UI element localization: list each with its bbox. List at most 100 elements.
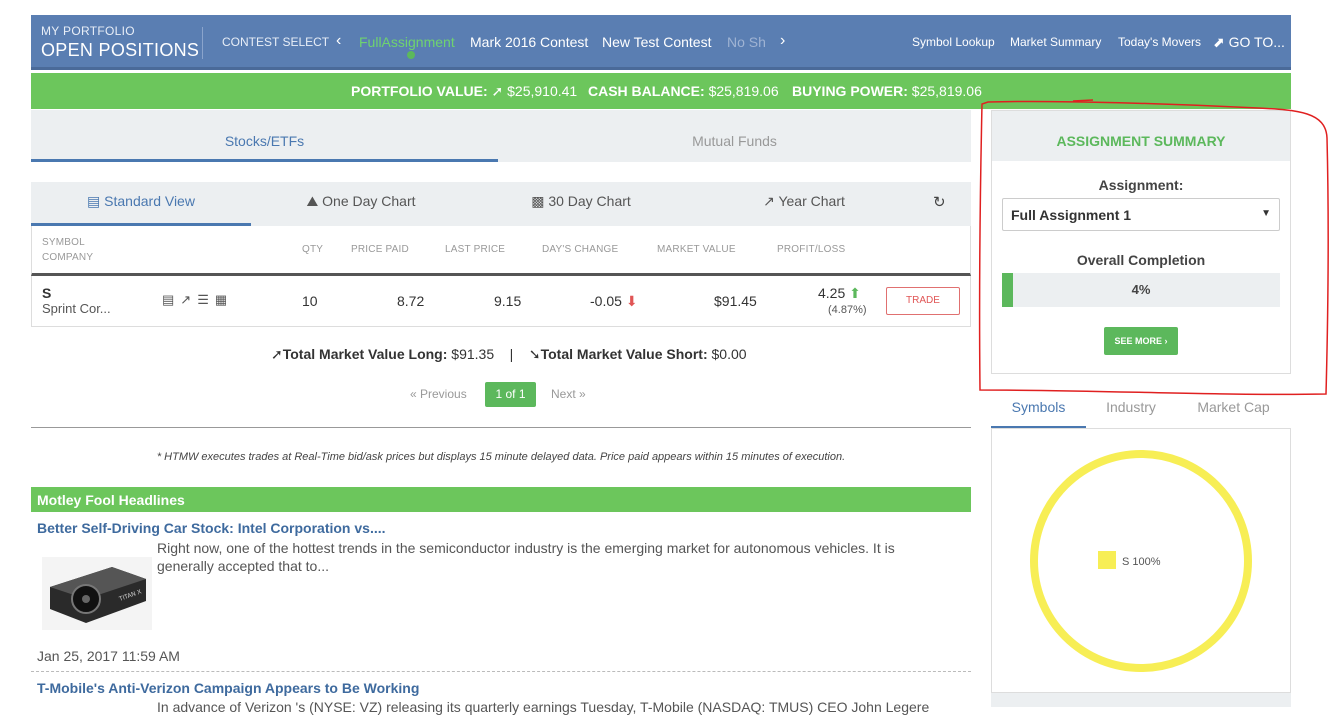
news-icon[interactable]: ▤ — [162, 292, 180, 307]
assignment-select[interactable]: Full Assignment 1 ▼ — [1002, 198, 1280, 231]
total-short-value: $0.00 — [711, 346, 747, 362]
news-item-date: Jan 25, 2017 11:59 AM — [37, 648, 180, 664]
th-price-paid: PRICE PAID — [351, 244, 409, 255]
contest-mark-2016[interactable]: Mark 2016 Contest — [470, 34, 588, 50]
tab-year-chart-label: Year Chart — [778, 193, 845, 209]
row-qty: 10 — [302, 293, 318, 309]
row-days-change-value: -0.05 — [590, 293, 622, 309]
allocation-tabs: Symbols Industry Market Cap — [991, 396, 1291, 428]
news-item-title[interactable]: Better Self-Driving Car Stock: Intel Cor… — [37, 520, 386, 536]
view-tabs: ▤ Standard View ⛰ One Day Chart ▩ 30 Day… — [31, 182, 971, 226]
news-image[interactable]: TITAN X — [42, 557, 152, 630]
row-symbol[interactable]: S — [42, 285, 51, 301]
row-market-value: $91.45 — [714, 293, 757, 309]
tab-30-day-chart[interactable]: ▩ 30 Day Chart — [521, 182, 641, 226]
assignment-summary-heading: ASSIGNMENT SUMMARY — [992, 111, 1290, 161]
assignment-summary-panel: ASSIGNMENT SUMMARY Assignment: Full Assi… — [991, 110, 1291, 374]
symbol-lookup-link[interactable]: Symbol Lookup — [912, 35, 995, 49]
totals-separator: | — [509, 346, 514, 362]
news-item-body: Right now, one of the hottest trends in … — [157, 540, 895, 574]
assignment-label: Assignment: — [1098, 177, 1184, 193]
graphics-card-image: TITAN X — [42, 557, 152, 630]
news-divider — [31, 671, 971, 672]
th-days-change: DAY'S CHANGE — [542, 244, 619, 255]
row-profit-loss: 4.25 ⬆ — [818, 285, 861, 302]
allocation-donut: S 100% — [1030, 450, 1252, 672]
completion-progress: 4% — [1002, 273, 1280, 307]
positions-table-header: SYMBOL COMPANY QTY PRICE PAID LAST PRICE… — [31, 226, 971, 276]
market-summary-link[interactable]: Market Summary — [1010, 35, 1101, 49]
caret-down-icon: ▼ — [1261, 208, 1271, 219]
cash-balance: CASH BALANCE: $25,819.06 — [588, 83, 779, 99]
th-market-value: MARKET VALUE — [657, 244, 736, 255]
area-chart-icon: ⛰ — [306, 193, 319, 209]
chart-footer — [991, 693, 1291, 707]
tab-year-chart[interactable]: ↗ Year Chart — [749, 182, 859, 226]
see-more-button[interactable]: SEE MORE › — [1104, 327, 1178, 355]
completion-label: Overall Completion — [1076, 252, 1206, 268]
portfolio-value: PORTFOLIO VALUE: ➚ $25,910.41 — [351, 83, 577, 100]
row-company: Sprint Cor... — [42, 301, 111, 316]
tab-stocks-etfs[interactable]: Stocks/ETFs — [31, 110, 498, 162]
table-row: S Sprint Cor... ▤↗☰▦ 10 8.72 9.15 -0.05 … — [31, 276, 971, 327]
headlines-title: Motley Fool Headlines — [31, 487, 971, 512]
goto-label: GO TO... — [1228, 34, 1285, 50]
tab-mutual-funds[interactable]: Mutual Funds — [501, 110, 968, 162]
line-chart-icon: ↗ — [763, 193, 775, 209]
tab-standard-view[interactable]: ▤ Standard View — [31, 182, 251, 226]
tab-30-day-chart-label: 30 Day Chart — [548, 193, 631, 209]
chart-icon[interactable]: ↗ — [180, 292, 197, 307]
total-short-label: Total Market Value Short: — [540, 346, 708, 362]
total-long-value: $91.35 — [451, 346, 495, 362]
news-item-title[interactable]: T-Mobile's Anti-Verizon Campaign Appears… — [37, 680, 419, 696]
details-icon[interactable]: ☰ — [197, 292, 215, 307]
row-price-paid: 8.72 — [397, 293, 425, 309]
buying-power-label: BUYING POWER: — [792, 83, 908, 99]
previous-page-link[interactable]: « Previous — [410, 387, 467, 401]
top-header: MY PORTFOLIO OPEN POSITIONS CONTEST SELE… — [31, 15, 1291, 70]
arrow-up-circle-icon: ➚ — [491, 83, 504, 99]
chevron-right-icon: › — [1164, 336, 1168, 346]
next-page-link[interactable]: Next » — [551, 387, 586, 401]
portfolio-label[interactable]: MY PORTFOLIO — [41, 24, 135, 38]
chevron-left-icon[interactable]: ‹ — [336, 32, 341, 50]
portfolio-value-label: PORTFOLIO VALUE: — [351, 83, 488, 99]
arrow-up-circle-icon: ⬆ — [849, 285, 861, 301]
balance-bar: PORTFOLIO VALUE: ➚ $25,910.41 CASH BALAN… — [31, 73, 1291, 109]
refresh-icon[interactable]: ↻ — [933, 193, 946, 211]
todays-movers-link[interactable]: Today's Movers — [1118, 35, 1201, 49]
contest-full-assignment[interactable]: FullAssignment — [359, 34, 455, 50]
contest-select-label[interactable]: CONTEST SELECT — [222, 35, 329, 49]
row-profit-loss-value: 4.25 — [818, 285, 846, 301]
arrow-down-circle-icon: ⬇ — [625, 293, 638, 309]
legend-label-S: S 100% — [1122, 556, 1161, 568]
current-page[interactable]: 1 of 1 — [485, 382, 536, 407]
total-long-label: Total Market Value Long: — [282, 346, 448, 362]
arrow-up-circle-icon: ➚ — [271, 346, 283, 362]
asset-tabs: Stocks/ETFs Mutual Funds — [31, 110, 971, 162]
page-title[interactable]: OPEN POSITIONS — [41, 40, 199, 61]
goto-menu[interactable]: ⬈ GO TO... — [1213, 34, 1285, 51]
tab-symbols[interactable]: Symbols — [991, 396, 1086, 428]
arrow-down-circle-icon: ➘ — [528, 346, 541, 362]
row-profit-loss-pct: (4.87%) — [828, 304, 867, 316]
buying-power-amount: $25,819.06 — [911, 83, 982, 99]
calculator-icon[interactable]: ▦ — [215, 292, 233, 307]
active-contest-indicator — [407, 51, 415, 59]
cash-balance-label: CASH BALANCE: — [588, 83, 705, 99]
tab-one-day-chart[interactable]: ⛰ One Day Chart — [291, 182, 431, 226]
chevron-right-icon[interactable]: › — [780, 32, 785, 50]
tab-industry[interactable]: Industry — [1086, 396, 1176, 428]
news-item-body: In advance of Verizon 's (NYSE: VZ) rele… — [157, 699, 930, 715]
completion-percent: 4% — [1131, 282, 1151, 297]
trade-button[interactable]: TRADE — [886, 287, 960, 315]
tab-market-cap[interactable]: Market Cap — [1176, 396, 1291, 428]
divider — [31, 427, 971, 428]
contest-no-sh[interactable]: No Sh — [727, 34, 766, 50]
row-days-change: -0.05 ⬇ — [590, 293, 638, 310]
contest-new-test[interactable]: New Test Contest — [602, 34, 711, 50]
row-actions: ▤↗☰▦ — [162, 292, 233, 308]
row-last-price: 9.15 — [494, 293, 522, 309]
disclaimer: * HTMW executes trades at Real-Time bid/… — [156, 451, 846, 463]
assignment-select-value: Full Assignment 1 — [1011, 207, 1132, 223]
